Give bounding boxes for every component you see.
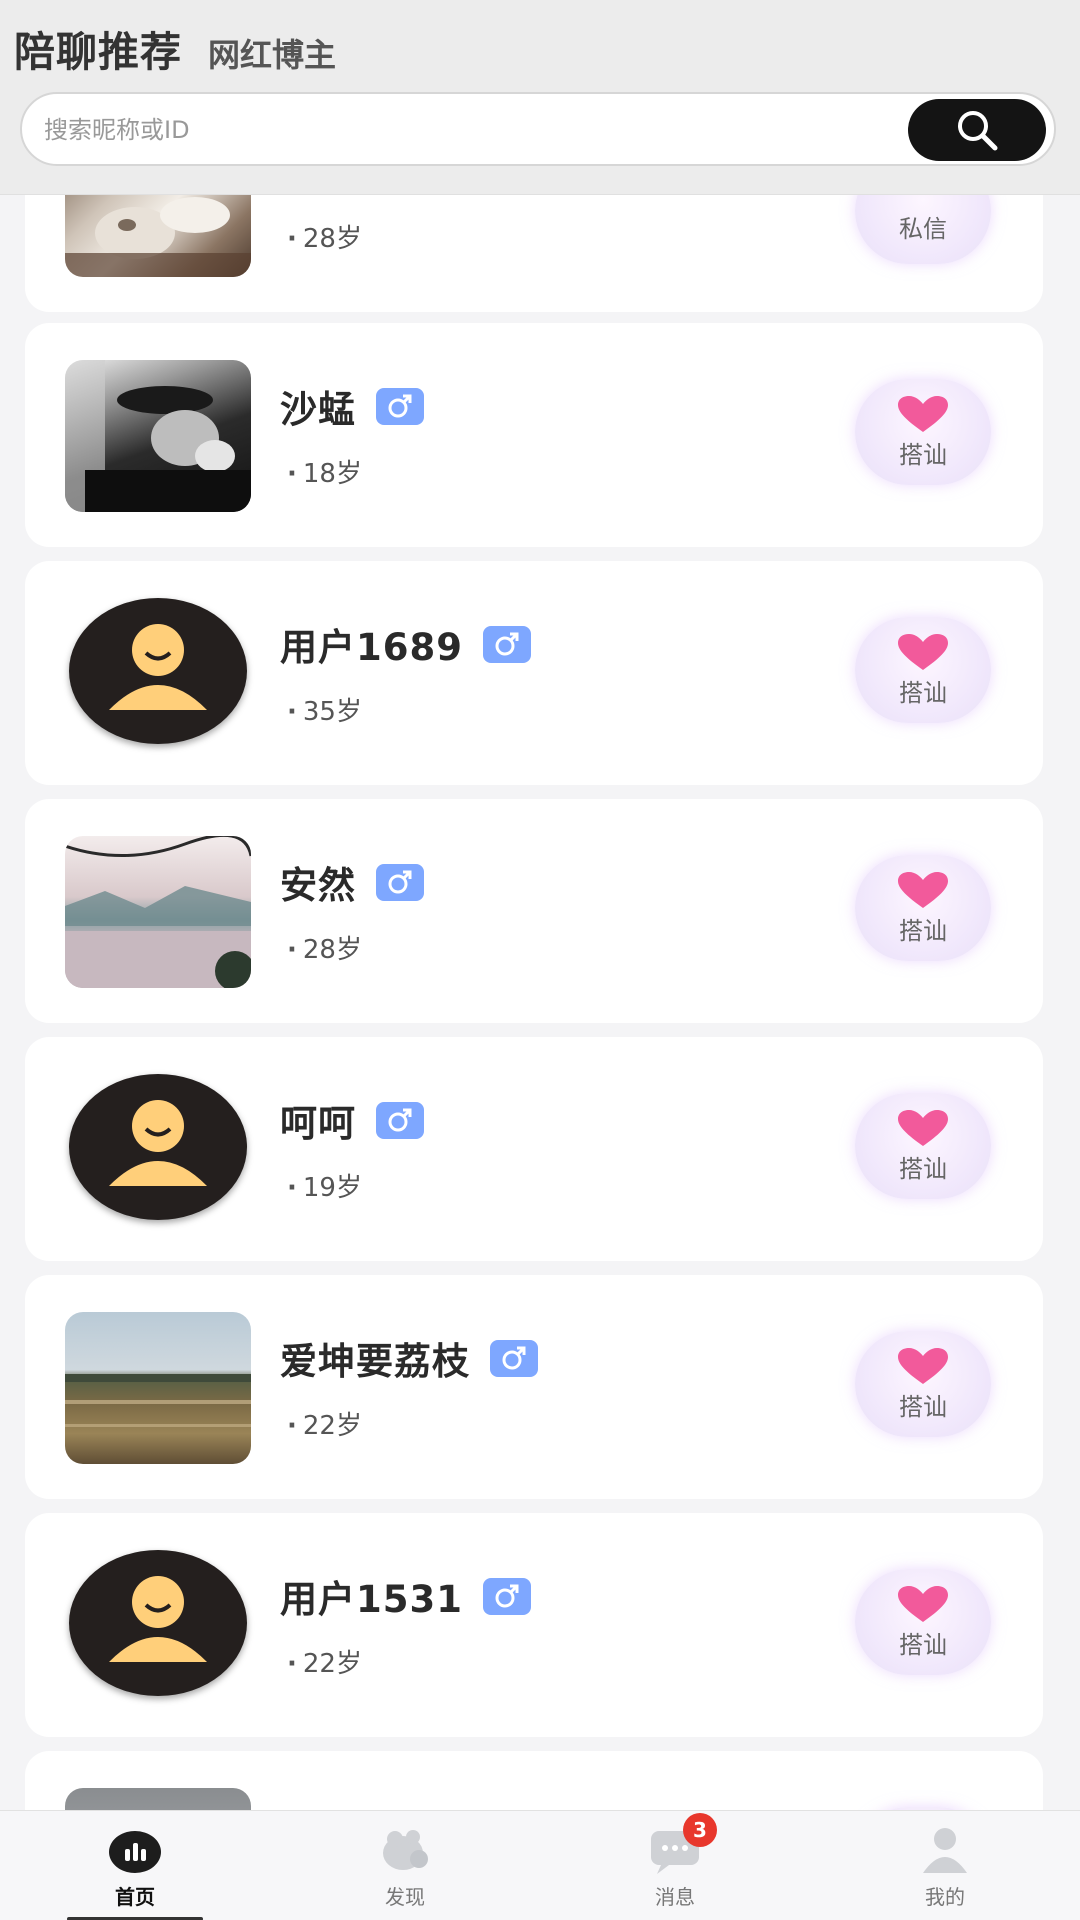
male-icon: [376, 387, 424, 425]
user-list: · 28岁 私信 沙蜢 · 18岁 搭讪 用户1689 · 35岁 搭讪 安然 …: [0, 0, 1080, 1810]
user-card[interactable]: 安然 · 28岁 搭讪: [25, 799, 1043, 1023]
user-age: · 22岁: [287, 1649, 362, 1679]
user-card[interactable]: 爱坤要荔枝 · 22岁 搭讪: [25, 1275, 1043, 1499]
nav-discover[interactable]: 发现: [270, 1811, 540, 1920]
male-icon: [490, 1339, 538, 1377]
heart-icon: [898, 1347, 948, 1384]
heart-icon: [898, 1109, 948, 1146]
greet-button[interactable]: 搭讪: [855, 1331, 991, 1437]
header: 陪聊推荐 网红博主: [0, 0, 1080, 195]
default-avatar[interactable]: [69, 598, 247, 744]
heart-icon: [898, 633, 948, 670]
heart-icon: [898, 395, 948, 432]
name-row: 安然: [280, 855, 424, 909]
top-tabs: 陪聊推荐 网红博主: [14, 18, 336, 78]
user-card[interactable]: 用户1531 · 22岁 搭讪: [25, 1513, 1043, 1737]
user-age: · 18岁: [287, 459, 362, 489]
user-card[interactable]: [25, 1751, 1043, 1810]
search-icon: [958, 111, 998, 151]
user-name: 用户1531: [280, 1578, 463, 1621]
user-card[interactable]: 呵呵 · 19岁 搭讪: [25, 1037, 1043, 1261]
greet-button[interactable]: 搭讪: [855, 855, 991, 961]
name-row: 用户1531: [280, 1569, 531, 1623]
action-label: 搭讪: [899, 1154, 947, 1183]
user-age: · 28岁: [287, 935, 362, 965]
greet-button[interactable]: 搭讪: [855, 1569, 991, 1675]
nav-messages[interactable]: 3 消息: [540, 1811, 810, 1920]
user-card[interactable]: 沙蜢 · 18岁 搭讪: [25, 323, 1043, 547]
search-input[interactable]: [44, 108, 904, 152]
user-name: 沙蜢: [280, 388, 356, 431]
user-name: 用户1689: [280, 626, 463, 669]
nav-home[interactable]: 首页: [0, 1811, 270, 1920]
male-icon: [376, 1101, 424, 1139]
nav-label: 发现: [385, 1885, 425, 1909]
user-icon: [917, 1825, 973, 1875]
unread-badge: 3: [683, 1813, 717, 1847]
bottom-nav: 首页 发现 3 消息 我的: [0, 1810, 1080, 1920]
greet-button[interactable]: 搭讪: [855, 1093, 991, 1199]
male-icon: [482, 1577, 531, 1615]
greet-button[interactable]: 搭讪: [855, 617, 991, 723]
discover-icon: [377, 1825, 433, 1875]
avatar[interactable]: [65, 360, 251, 512]
action-label: 搭讪: [899, 678, 947, 707]
message-icon: 3: [647, 1813, 717, 1875]
search-bar[interactable]: [20, 92, 1056, 166]
avatar[interactable]: [65, 1788, 251, 1810]
name-row: 呵呵: [280, 1093, 424, 1147]
tab-influencers[interactable]: 网红博主: [208, 30, 336, 76]
name-row: 沙蜢: [280, 379, 424, 433]
user-age: · 19岁: [287, 1173, 362, 1203]
nav-label: 消息: [655, 1885, 695, 1909]
male-icon: [376, 863, 424, 901]
name-row: 用户1689: [280, 617, 531, 671]
default-avatar[interactable]: [69, 1550, 247, 1696]
action-label: 搭讪: [899, 1630, 947, 1659]
nav-me[interactable]: 我的: [810, 1811, 1080, 1920]
default-avatar[interactable]: [69, 1074, 247, 1220]
tab-companion-recommend[interactable]: 陪聊推荐: [14, 18, 182, 78]
name-row: 爱坤要荔枝: [280, 1331, 538, 1385]
heart-icon: [898, 1585, 948, 1622]
user-name: 安然: [280, 864, 356, 907]
user-age: · 35岁: [287, 697, 362, 727]
user-name: 爱坤要荔枝: [280, 1340, 470, 1383]
greet-button[interactable]: 搭讪: [855, 379, 991, 485]
user-name: 呵呵: [280, 1102, 356, 1145]
action-label: 搭讪: [899, 916, 947, 945]
heart-icon: [898, 871, 948, 908]
avatar[interactable]: [65, 1312, 251, 1464]
action-label: 搭讪: [899, 440, 947, 469]
nav-label: 我的: [925, 1885, 965, 1909]
search-button[interactable]: [908, 99, 1046, 161]
home-icon: [107, 1825, 163, 1875]
male-icon: [482, 625, 531, 663]
avatar[interactable]: [65, 836, 251, 988]
action-label: 搭讪: [899, 1392, 947, 1421]
user-card[interactable]: 用户1689 · 35岁 搭讪: [25, 561, 1043, 785]
nav-label: 首页: [115, 1885, 155, 1909]
user-age: · 22岁: [287, 1411, 362, 1441]
action-label: 私信: [899, 214, 947, 243]
user-age: · 28岁: [287, 224, 362, 254]
